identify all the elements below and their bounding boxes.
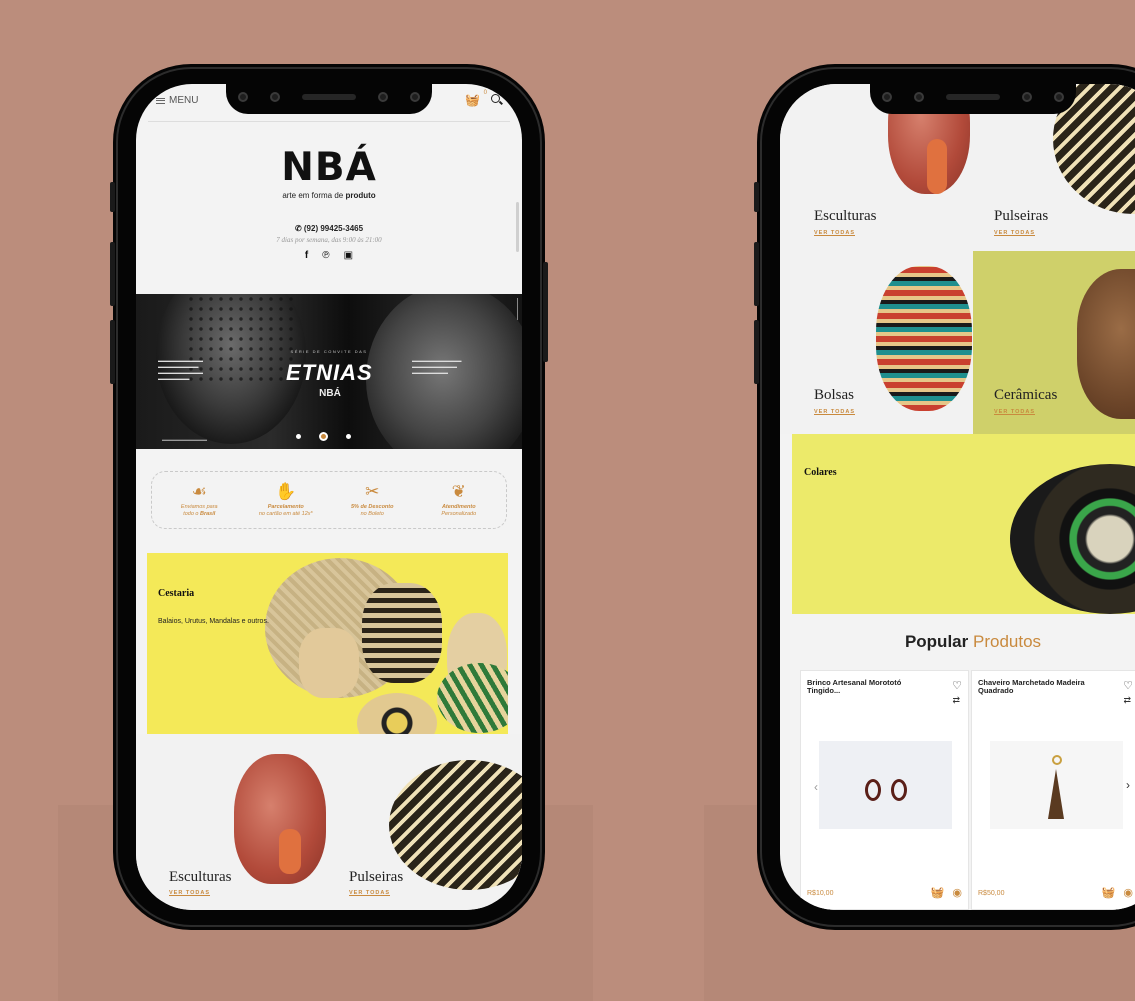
carousel-next-icon[interactable]: ›: [1126, 778, 1130, 792]
popular-products-heading: Popular Produtos: [904, 632, 1042, 651]
facebook-icon[interactable]: f: [305, 250, 308, 261]
tile-name: Bolsas: [814, 387, 855, 403]
menu-label: MENU: [169, 95, 199, 106]
page-scrollbar[interactable]: [516, 202, 519, 252]
tile-link[interactable]: VER TODAS: [814, 230, 855, 236]
cart-icon[interactable]: 🧺: [465, 93, 480, 107]
hero-series-label: SÉRIE DE CONVITE DAS: [290, 349, 368, 354]
feature-support: ❦ Atendimento Personalizado: [419, 482, 499, 518]
tile-link[interactable]: VER TODAS: [349, 890, 390, 896]
product-image[interactable]: [990, 741, 1123, 829]
category-banner-colares[interactable]: Colares: [792, 434, 1135, 614]
cestaria-subtitle: Balaios, Urutus, Mandalas e outros.: [158, 618, 269, 625]
product-card[interactable]: Chaveiro Marchetado Madeira Quadrado ♡ ⇄…: [971, 670, 1135, 910]
tile-link[interactable]: VER TODAS: [994, 409, 1035, 415]
hero-footnote: ▬▬▬▬▬▬▬▬▬▬: [162, 437, 207, 442]
contact-phone[interactable]: ✆ (92) 99425-3465: [136, 224, 522, 233]
basket-icon[interactable]: 🧺: [931, 886, 945, 899]
phone-mockup-right: Esculturas VER TODAS Pulseiras VER TODAS…: [754, 64, 1135, 930]
heart-icon[interactable]: ♡: [952, 679, 962, 692]
bracelet-image: [389, 760, 522, 890]
hero-caption-left: ▬▬▬▬▬▬▬▬▬▬ ▬▬▬▬▬▬▬▬▬ ▬▬▬▬▬▬▬▬▬▬ ▬▬▬▬▬▬▬: [158, 358, 203, 381]
necklace-image: [1010, 464, 1135, 614]
tile-name: Esculturas: [814, 208, 877, 224]
product-actions: 🧺 ◉: [1102, 886, 1133, 899]
carousel-dot-2[interactable]: [319, 432, 328, 441]
eye-icon[interactable]: ◉: [1123, 886, 1133, 899]
feature-discount: ✂ 5% de Desconto no Boleto: [332, 482, 412, 518]
category-tile-pulseiras[interactable]: Pulseiras VER TODAS: [329, 734, 522, 910]
feature-shipping: ☙ Enviamos para todo o Brasil: [159, 482, 239, 518]
tile-name: Pulseiras: [349, 869, 404, 885]
carousel-dot-3[interactable]: [346, 434, 351, 439]
tile-link[interactable]: VER TODAS: [814, 409, 855, 415]
phone-mockup-left: MENU 🧺 0 NBÁ arte em forma de produto ✆ …: [110, 64, 548, 930]
phone-notch: [870, 84, 1076, 114]
cestaria-title: Cestaria: [158, 588, 195, 599]
compare-icon[interactable]: ⇄: [1123, 695, 1131, 706]
product-title[interactable]: Chaveiro Marchetado Madeira Quadrado: [978, 679, 1098, 695]
carousel-prev-icon[interactable]: ‹: [814, 780, 818, 794]
tile-link[interactable]: VER TODAS: [994, 230, 1035, 236]
header-divider: [148, 121, 510, 122]
product-price: R$10,00: [807, 890, 834, 897]
menu-button[interactable]: MENU: [156, 95, 198, 106]
hamburger-icon: [156, 97, 165, 104]
category-banner-cestaria[interactable]: Cestaria Balaios, Urutus, Mandalas e out…: [147, 553, 508, 734]
hero-logo: NBÁ: [319, 388, 341, 399]
opening-hours: 7 dias por semana, das 9:00 às 21:00: [276, 236, 382, 244]
product-carousel: Brinco Artesanal Morototó Tingido... ♡ ⇄…: [800, 670, 1135, 910]
phone-screen-left: MENU 🧺 0 NBÁ arte em forma de produto ✆ …: [136, 84, 522, 910]
product-title[interactable]: Brinco Artesanal Morototó Tingido...: [807, 679, 927, 695]
social-links: f ℗ ▣: [136, 250, 522, 261]
hero-caption-right: ▬▬▬▬▬▬▬▬▬▬▬ ▬▬▬▬▬▬▬▬▬▬ ▬▬▬▬▬▬▬▬: [412, 358, 462, 375]
bird-icon: ☙: [191, 482, 207, 501]
instagram-icon[interactable]: ▣: [344, 250, 353, 261]
eye-icon[interactable]: ◉: [952, 886, 962, 899]
tile-link[interactable]: VER TODAS: [169, 890, 210, 896]
category-tiles-row: Esculturas VER TODAS Pulseiras VER TODAS: [136, 734, 522, 910]
cart-count: 0: [483, 90, 487, 96]
product-image[interactable]: [819, 741, 952, 829]
compare-icon[interactable]: ⇄: [952, 695, 960, 706]
brand-logo[interactable]: NBÁ: [136, 148, 522, 187]
phone-screen-right: Esculturas VER TODAS Pulseiras VER TODAS…: [780, 84, 1135, 910]
product-price: R$50,00: [978, 890, 1005, 897]
discount-tag-icon: ✂: [365, 482, 380, 501]
hero-side-indicator: [517, 298, 520, 320]
search-icon[interactable]: [491, 94, 500, 103]
brand-block: NBÁ arte em forma de produto ✆ (92) 9942…: [136, 148, 522, 261]
category-tile-bolsas[interactable]: Bolsas VER TODAS: [780, 251, 973, 434]
card-hand-icon: ✋: [275, 482, 297, 501]
category-tile-ceramicas[interactable]: Cerâmicas VER TODAS: [973, 251, 1135, 434]
whatsapp-icon: ✆: [294, 224, 302, 233]
product-card[interactable]: Brinco Artesanal Morototó Tingido... ♡ ⇄…: [800, 670, 969, 910]
ceramic-image: [1077, 269, 1135, 419]
category-tile-esculturas[interactable]: Esculturas VER TODAS: [136, 734, 329, 910]
heart-icon[interactable]: ♡: [1123, 679, 1133, 692]
hero-title: ETNIAS: [286, 360, 373, 385]
phone-notch: [226, 84, 432, 114]
carousel-dots: [296, 432, 351, 441]
carousel-dot-1[interactable]: [296, 434, 301, 439]
tile-name: Pulseiras: [994, 208, 1049, 224]
features-strip: ☙ Enviamos para todo o Brasil ✋ Parcelame…: [151, 471, 507, 529]
brand-tagline: arte em forma de produto: [282, 191, 376, 200]
feature-installments: ✋ Parcelamento no cartão em até 12x*: [246, 482, 326, 518]
tile-name: Esculturas: [169, 869, 232, 885]
product-actions: 🧺 ◉: [931, 886, 962, 899]
support-hands-icon: ❦: [451, 482, 466, 501]
colares-title: Colares: [804, 467, 837, 478]
pinterest-icon[interactable]: ℗: [322, 250, 329, 261]
hero-banner[interactable]: ▬▬▬▬▬▬▬▬▬▬ ▬▬▬▬▬▬▬▬▬ ▬▬▬▬▬▬▬▬▬▬ ▬▬▬▬▬▬▬ ▬▬▬…: [136, 294, 522, 449]
bag-image: [876, 266, 972, 411]
tile-name: Cerâmicas: [994, 387, 1058, 403]
basket-icon[interactable]: 🧺: [1102, 886, 1116, 899]
